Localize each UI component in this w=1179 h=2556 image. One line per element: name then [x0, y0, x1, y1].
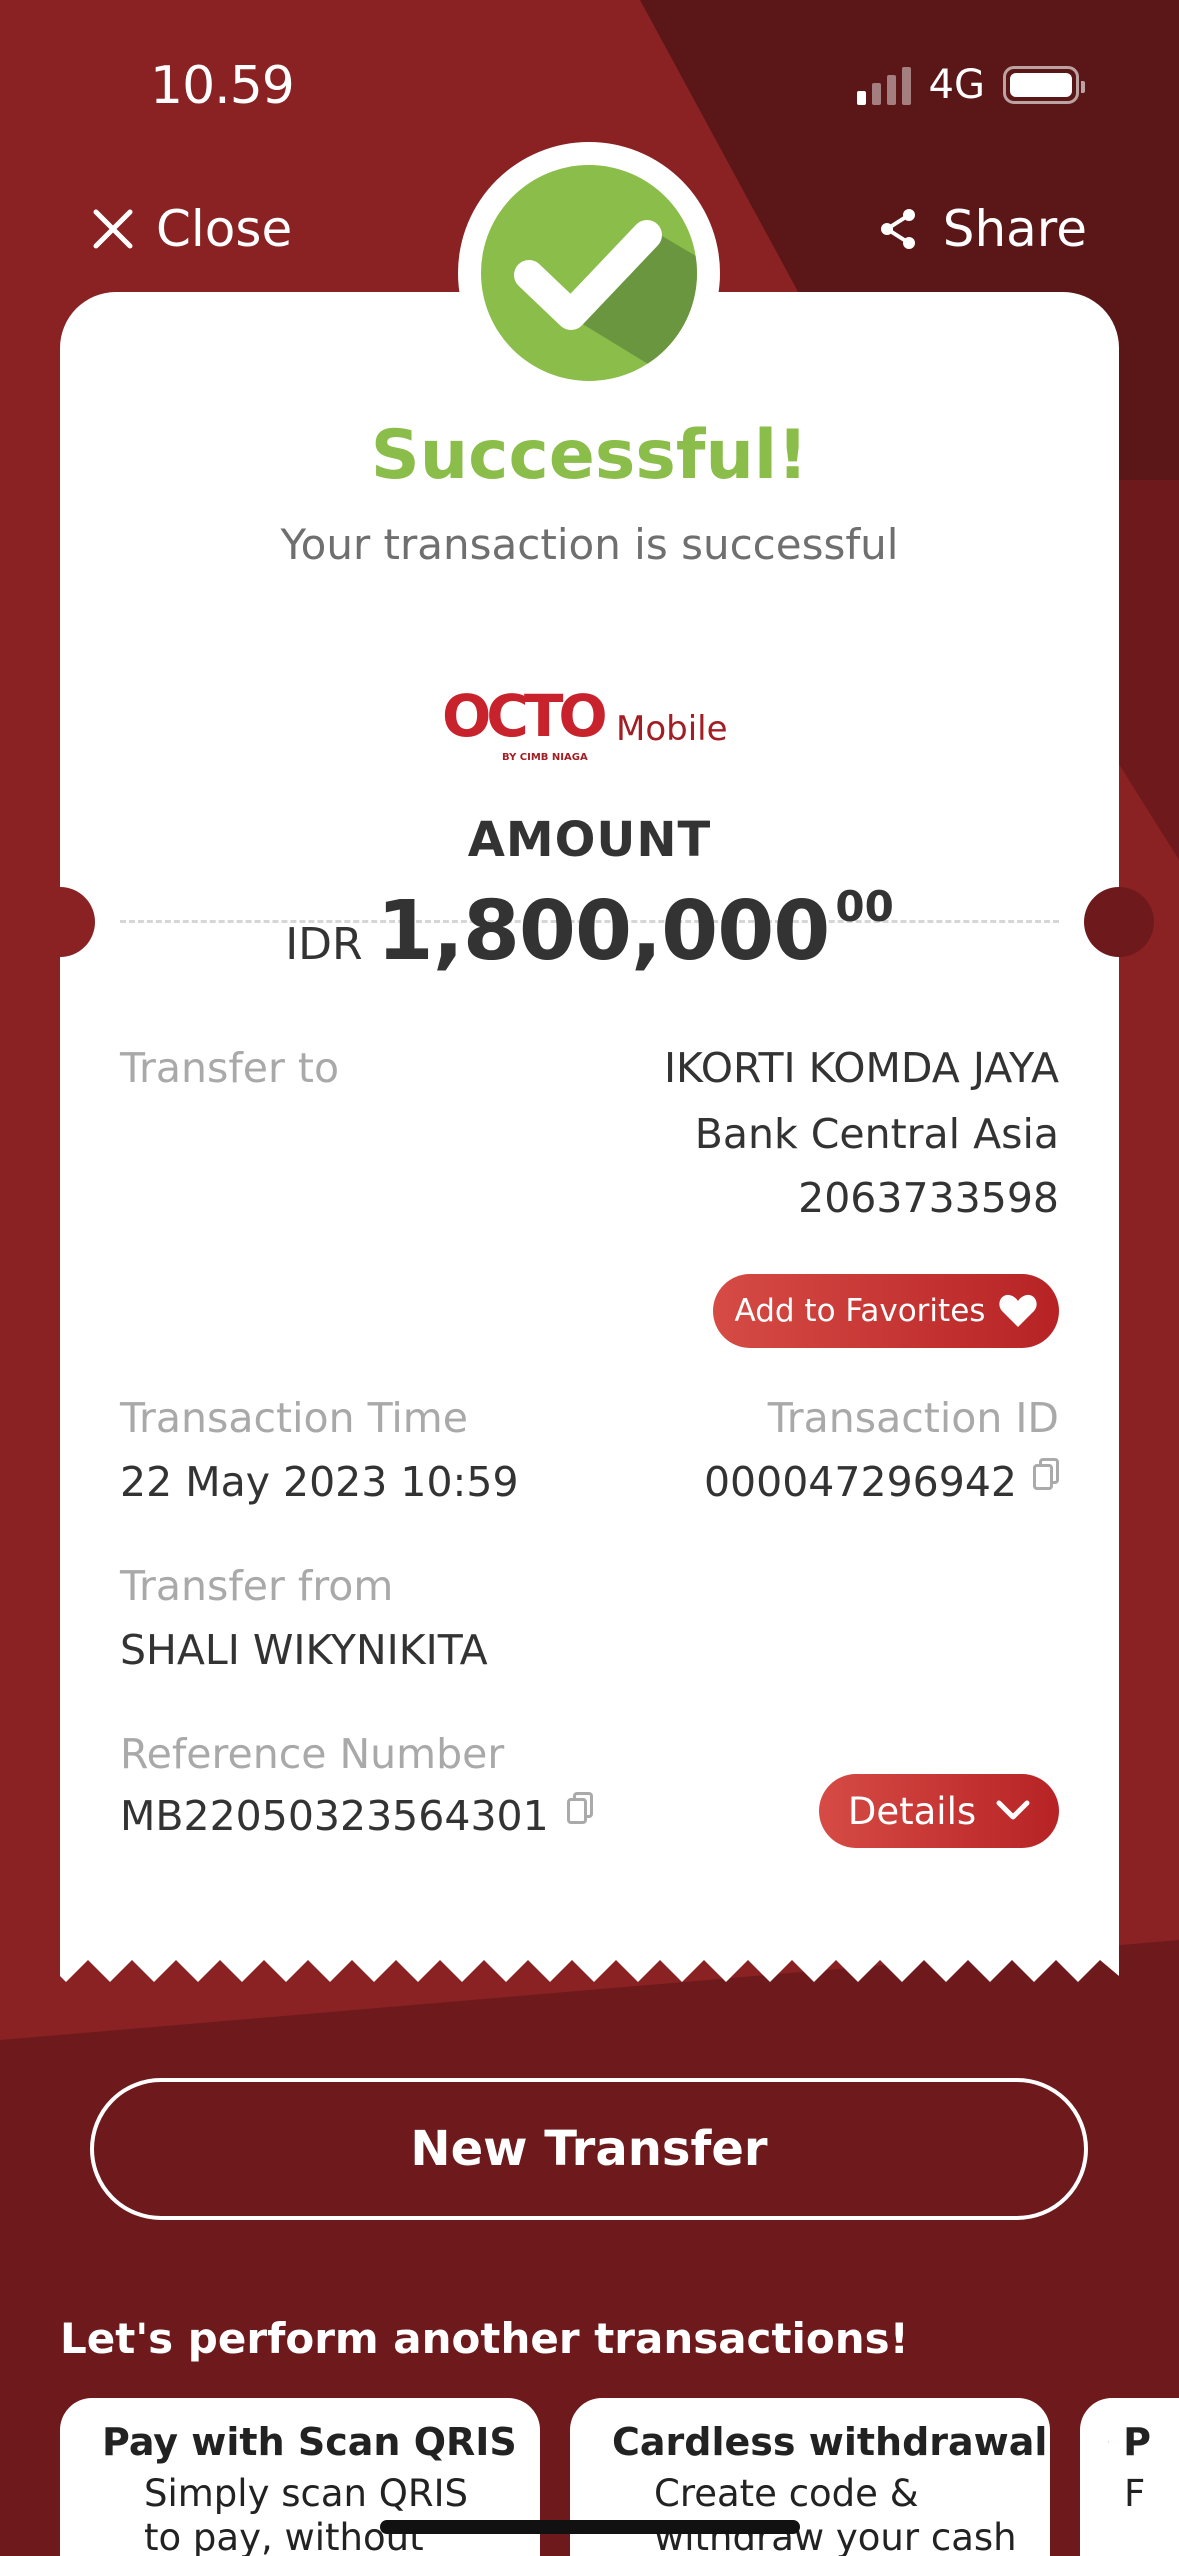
transaction-id-label: Transaction ID [767, 1394, 1059, 1442]
close-button[interactable]: Close [92, 200, 292, 258]
bill-icon [1108, 2441, 1110, 2443]
tile-partial[interactable]: P F [1080, 2398, 1179, 2556]
add-to-favorites-label: Add to Favorites [734, 1293, 986, 1329]
tile-description: F [1124, 2472, 1146, 2515]
checkmark-icon [481, 165, 697, 381]
status-icons: 4G [856, 62, 1085, 108]
close-label: Close [156, 200, 293, 258]
copy-icon[interactable] [566, 1792, 593, 1824]
tile-description: Simply scan QRIS to pay, without card an… [144, 2472, 468, 2556]
transaction-time-value: 22 May 2023 10:59 [120, 1458, 519, 1506]
share-label: Share [942, 200, 1087, 258]
new-transfer-button[interactable]: New Transfer [90, 2078, 1088, 2220]
amount-decimals: 00 [835, 882, 894, 931]
success-badge [458, 142, 720, 404]
transfer-from-value: SHALI WIKYNIKITA [120, 1626, 488, 1674]
logo-byline: BY CIMB NIAGA [502, 752, 588, 763]
reference-number-label: Reference Number [120, 1730, 505, 1778]
home-indicator[interactable] [380, 2520, 800, 2534]
share-icon [880, 209, 915, 249]
details-label: Details [847, 1789, 977, 1833]
battery-icon [1003, 66, 1085, 104]
reference-number-row: MB22050323564301 [120, 1792, 593, 1840]
status-time: 10.59 [150, 56, 295, 116]
add-to-favorites-button[interactable]: Add to Favorites [713, 1274, 1059, 1348]
tile-title: Pay with Scan QRIS [102, 2420, 517, 2464]
success-subtitle: Your transaction is successful [280, 520, 899, 569]
transfer-to-label: Transfer to [120, 1044, 340, 1092]
octo-mobile-logo: OCTO Mobile BY CIMB NIAGA [442, 682, 728, 763]
more-transactions-title: Let's perform another transactions! [60, 2314, 909, 2363]
details-button[interactable]: Details [819, 1774, 1059, 1848]
amount-value: IDR 1,800,000 00 [60, 882, 1119, 979]
recipient-account: 2063733598 [798, 1174, 1059, 1222]
transaction-id-value: 000047296942 [703, 1458, 1017, 1506]
close-icon [93, 209, 133, 249]
recipient-name: IKORTI KOMDA JAYA [663, 1044, 1059, 1092]
amount-main: 1,800,000 [376, 884, 831, 979]
transaction-time-label: Transaction Time [120, 1394, 468, 1442]
tile-description: Create code & withdraw your cash [654, 2472, 1017, 2556]
chevron-down-icon [996, 1800, 1030, 1820]
copy-icon[interactable] [1033, 1458, 1059, 1490]
logo-mobile: Mobile [616, 709, 728, 749]
transaction-id-row: 000047296942 [704, 1458, 1059, 1506]
success-title: Successful! [370, 416, 809, 495]
recipient-bank: Bank Central Asia [694, 1110, 1059, 1158]
amount-label: AMOUNT [467, 812, 712, 868]
signal-icon [856, 65, 911, 105]
heart-icon [999, 1294, 1038, 1327]
logo-octo: OCTO [442, 682, 605, 750]
amount-currency: IDR [285, 919, 363, 970]
reference-number-value: MB22050323564301 [120, 1792, 549, 1840]
transfer-from-label: Transfer from [120, 1562, 394, 1610]
tile-title: Cardless withdrawal [612, 2420, 1048, 2464]
receipt-card: Successful! Your transaction is successf… [25, 292, 1154, 1986]
network-label: 4G [928, 62, 985, 108]
share-button[interactable]: Share [879, 200, 1087, 258]
tile-title: P [1123, 2420, 1151, 2464]
receipt-edge [60, 1952, 1119, 1982]
